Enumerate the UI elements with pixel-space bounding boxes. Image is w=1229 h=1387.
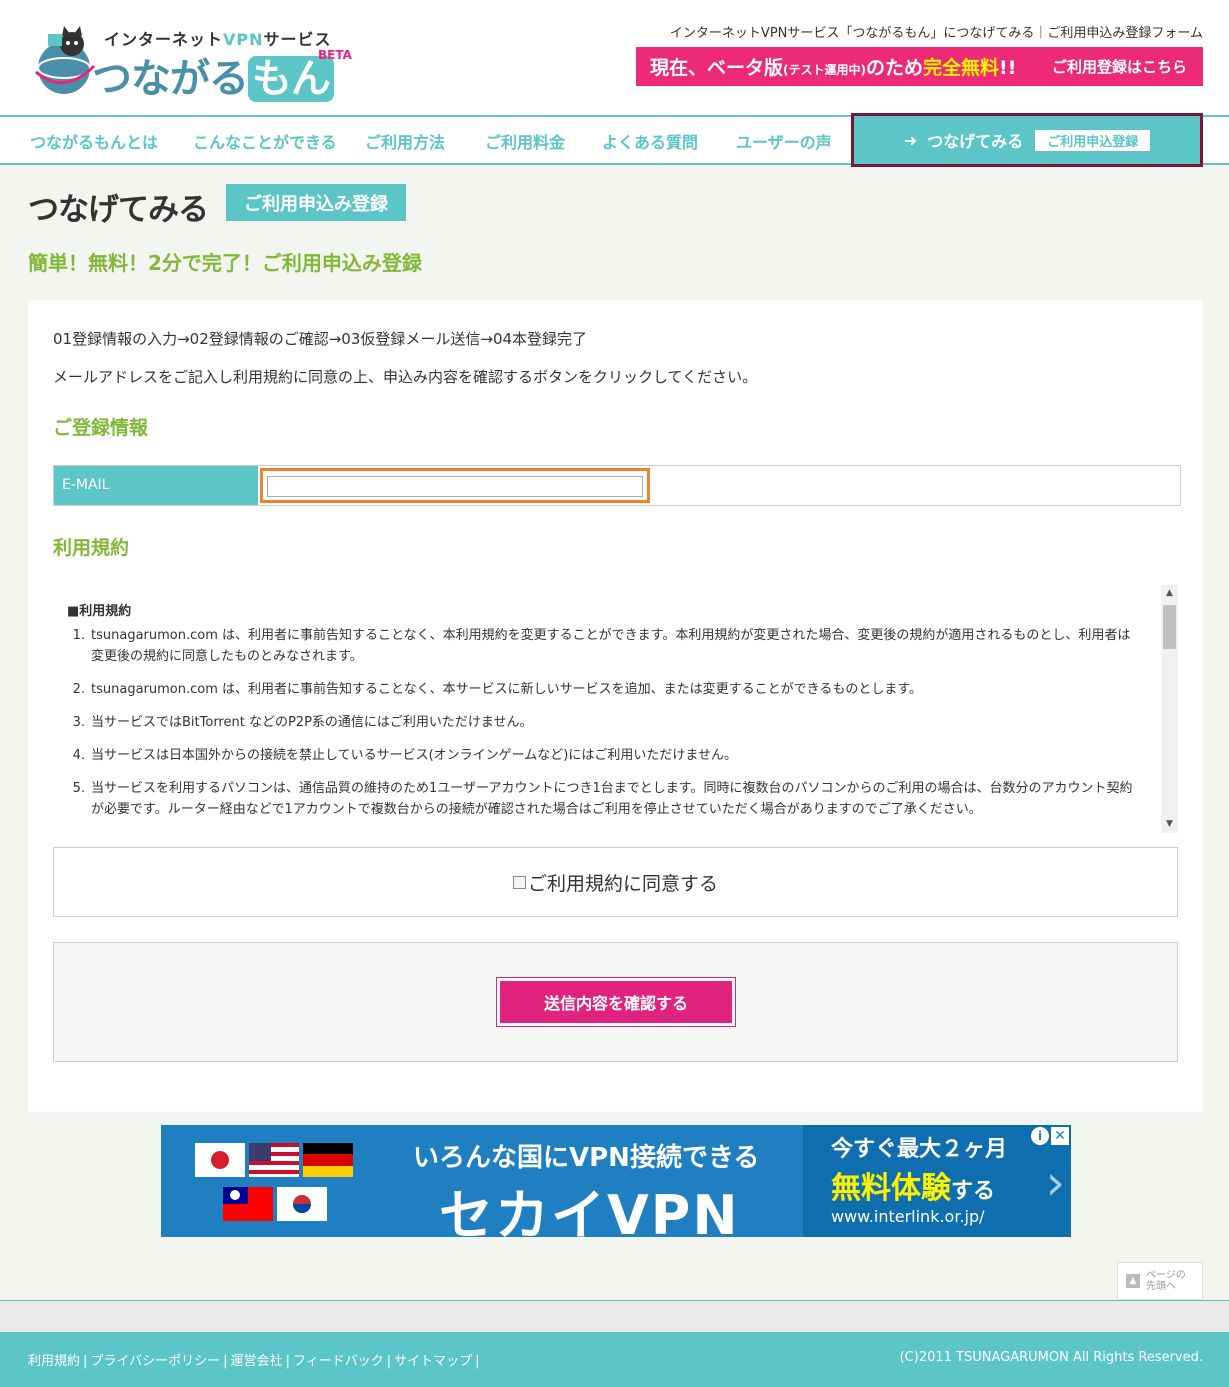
site-footer: 利用規約 | プライバシーポリシー | 運営会社 | フィードバック | サイトマップ | (C)… [0,1332,1229,1387]
terms-scroll-box[interactable]: ■利用規約 1. tsunagarumon.com は、利用者に事前告知することな… [53,585,1178,833]
submit-area: 送信内容を確認する [53,942,1178,1062]
page-title-tag: ご利用申込み登録 [226,184,406,221]
country-flags-icon [195,1143,353,1221]
agree-box: ご利用規約に同意する [53,847,1178,917]
terms-item: 5. 当サービスを利用するパソコンは、通信品質の維持のため1ユーザーアカウントにつ… [72,781,1133,817]
terms-item: 4. 当サービスは日本国外からの接続を禁止しているサービス(オンラインゲームなど)… [72,748,737,763]
agree-checkbox[interactable] [512,875,526,889]
email-field-focus-ring [260,468,650,503]
page-lead: 簡単！無料！2分で完了！ご利用申込み登録 [28,251,422,275]
nav-item-about[interactable]: つながるもんとは [30,129,158,153]
arrow-up-icon: ▲ [1126,1274,1140,1288]
footer-link-privacy[interactable]: プライバシーポリシー [90,1354,220,1369]
ad-url: www.interlink.or.jp/ [831,1207,985,1226]
terms-content: ■利用規約 1. tsunagarumon.com は、利用者に事前告知することな… [67,600,1137,832]
email-row: E-MAIL [53,465,1181,506]
email-field[interactable] [267,476,643,497]
registration-panel: 01登録情報の入力→02登録情報のご確認→03仮登録メール送信→04本登録完了 … [28,300,1203,1112]
copyright: (C)2011 TSUNAGARUMON All Rights Reserved… [899,1350,1203,1365]
confirm-submit-button[interactable]: 送信内容を確認する [496,977,736,1027]
footer-link-terms[interactable]: 利用規約 [28,1354,80,1369]
section-heading-terms: 利用規約 [53,537,130,559]
ad-headline: いろんな国にVPN接続できる [413,1143,760,1173]
registration-steps: 01登録情報の入力→02登録情報のご確認→03仮登録メール送信→04本登録完了 [53,330,588,348]
agree-label[interactable]: ご利用規約に同意する [528,869,718,896]
ad-product-name: セカイVPN [439,1184,740,1237]
back-to-top-label: ページの 先頭へ [1146,1270,1186,1292]
header-breadcrumb: インターネットVPNサービス「つながるもん」につなげてみる｜ご利用申込み登録フォ… [669,26,1203,41]
terms-item: 1. tsunagarumon.com は、利用者に事前告知することなく、本利用規… [72,628,1131,664]
footer-link-sitemap[interactable]: サイトマップ [394,1354,472,1369]
terms-heading: ■利用規約 [67,604,132,619]
arrow-right-icon: ➜ [903,130,918,150]
scrollbar-thumb[interactable] [1163,605,1176,649]
registration-instruction: メールアドレスをご記入し利用規約に同意の上、申込み内容を確認するボタンをクリック… [53,368,758,386]
terms-scrollbar[interactable]: ▲ ▼ [1161,585,1178,833]
logo-beta-badge: BETA [318,48,352,62]
ad-banner[interactable]: いろんな国にVPN接続できる セカイVPN 今すぐ最大２ヶ月 無料体験する ww… [161,1125,1071,1237]
logo-wordmark: つながる もん [92,46,334,104]
nav-item-testimonials[interactable]: ユーザーの声 [736,129,832,153]
register-here-link[interactable]: ご利用登録はこちら [1036,56,1203,77]
terms-item: 3. 当サービスではBitTorrent などのP2P系の通信にはご利用いただけま… [72,715,533,730]
terms-item: 2. tsunagarumon.com は、利用者に事前告知することなく、本サービ… [72,682,923,697]
nav-item-how-to-use[interactable]: ご利用方法 [365,129,445,153]
ad-offer-panel: 今すぐ最大２ヶ月 無料体験する www.interlink.or.jp/ › [803,1125,1071,1237]
footer-band [0,1300,1229,1332]
site-logo[interactable]: インターネットVPNサービス つながる もん BETA [28,18,368,102]
back-to-top-button[interactable]: ▲ ページの 先頭へ [1117,1262,1203,1300]
section-heading-registration: ご登録情報 [53,417,149,439]
footer-links: 利用規約 | プライバシーポリシー | 運営会社 | フィードバック | サイトマップ | [28,1354,480,1369]
beta-banner[interactable]: 現在、ベータ版(テスト運用中)のため完全無料!! ご利用登録はこちら [636,47,1203,86]
nav-item-features[interactable]: こんなことができる [193,129,337,153]
ad-close-icon[interactable]: ✕ [1051,1127,1069,1145]
footer-link-company[interactable]: 運営会社 [231,1354,283,1369]
nav-item-faq[interactable]: よくある質問 [602,129,698,153]
global-nav: つながるもんとは こんなことができる ご利用方法 ご利用料金 よくある質問 ユー… [0,113,1229,167]
ad-offer-line2: 無料体験する [831,1171,996,1206]
chevron-right-icon: › [1045,1155,1065,1211]
email-label: E-MAIL [54,466,258,505]
scroll-down-arrow-icon[interactable]: ▼ [1161,816,1178,833]
nav-item-pricing[interactable]: ご利用料金 [485,129,565,153]
nav-item-try-connect[interactable]: ➜ つなげてみる ご利用申込登録 [851,113,1203,167]
page-title: つなげてみる [28,192,209,228]
beta-banner-text: 現在、ベータ版(テスト運用中)のため完全無料!! [650,57,1017,79]
logo-cat-globe-icon [35,26,96,94]
ad-offer-line1: 今すぐ最大２ヶ月 [831,1137,1008,1162]
scroll-up-arrow-icon[interactable]: ▲ [1161,585,1178,602]
footer-link-feedback[interactable]: フィードバック [293,1354,384,1369]
site-header: インターネットVPNサービス つながる もん BETA インターネットVPNサービ… [0,0,1229,115]
ad-info-icon[interactable]: i [1031,1127,1049,1145]
nav-cta-tag: ご利用申込登録 [1035,129,1151,151]
nav-cta-label: つなげてみる [927,132,1024,151]
